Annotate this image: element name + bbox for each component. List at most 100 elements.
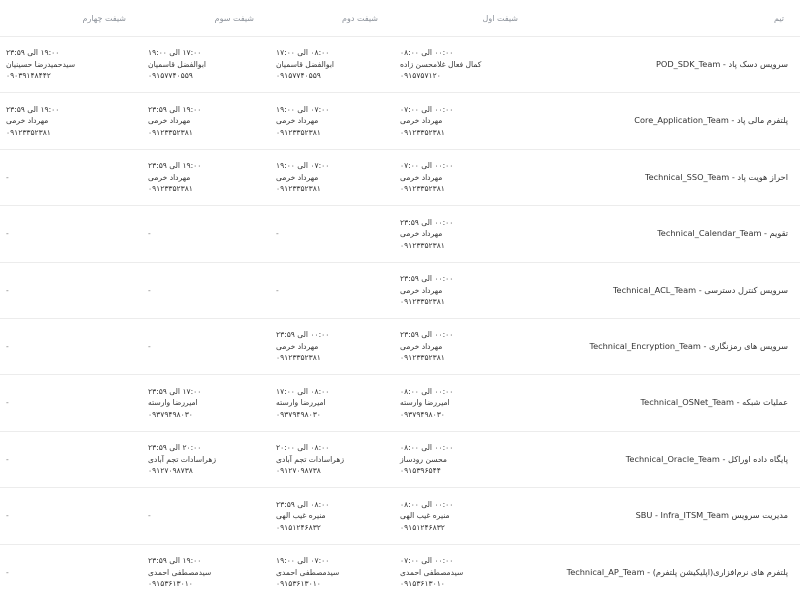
table-row: پلتفرم های نرم‌افزاری(اپلیکیشن پلتفرم) -… xyxy=(0,544,800,600)
person-name: ابوالفضل قاسمیان xyxy=(276,59,335,69)
table-row: پلتفرم مالی پاد - Core_Application_Team ۰… xyxy=(0,92,800,149)
phone-number: ۰۹۱۵۳۶۱۳۰۱۰ xyxy=(148,579,193,589)
phone-number: ۰۹۱۲۳۳۵۲۳۸۱ xyxy=(148,184,193,194)
shift-time: ۰۰:۰۰ الی ۰۸:۰۰ xyxy=(400,386,454,396)
shift-time: ۰۰:۰۰ الی ۰۸:۰۰ xyxy=(400,443,454,453)
shift-3-cell: ۱۹:۰۰ الی ۲۳:۵۹ سیدمصطفی احمدی ۰۹۱۵۳۶۱۳۰۱۰ xyxy=(142,544,270,600)
person-name: زهراسادات تجم آبادی xyxy=(148,454,217,464)
empty-shift: - xyxy=(6,398,9,408)
phone-number: ۰۹۰۳۹۱۴۸۴۴۲ xyxy=(6,71,51,81)
phone-number: ۰۹۱۲۳۳۵۲۳۸۱ xyxy=(400,127,445,137)
phone-number: ۰۹۱۵۱۲۴۶۸۳۲ xyxy=(400,522,445,532)
shift-time: ۰۷:۰۰ الی ۱۹:۰۰ xyxy=(276,104,330,114)
person-name: مهرداد خرمی xyxy=(148,172,191,182)
shift-time: ۱۹:۰۰ الی ۲۳:۵۹ xyxy=(6,48,60,58)
empty-shift: - xyxy=(148,285,151,295)
header-row: تیم شیفت اول شیفت دوم شیفت سوم شیفت چهار… xyxy=(0,0,800,37)
empty-shift: - xyxy=(276,285,279,295)
header-shift-1: شیفت اول xyxy=(482,13,518,23)
shift-3-cell: ۱۹:۰۰ الی ۲۳:۵۹ مهرداد خرمی ۰۹۱۲۳۳۵۲۳۸۱ xyxy=(142,149,270,205)
table-row: احراز هویت پاد - Technical_SSO_Team ۰۰:۰۰… xyxy=(0,149,800,205)
shift-2-cell: - xyxy=(270,206,394,262)
phone-number: ۰۹۱۲۳۳۵۲۳۸۱ xyxy=(276,353,321,363)
phone-number: ۰۹۱۵۳۹۶۵۴۴ xyxy=(400,466,441,476)
person-name: مهرداد خرمی xyxy=(148,116,191,126)
shift-4-cell: - xyxy=(0,431,142,487)
phone-number: ۰۹۱۲۳۳۵۲۳۸۱ xyxy=(400,240,445,250)
person-name: منیره غیب الهی xyxy=(276,511,326,521)
header-shift-3: شیفت سوم xyxy=(214,13,254,23)
shift-time: ۰۰:۰۰ الی ۰۷:۰۰ xyxy=(400,104,454,114)
phone-number: ۰۹۱۲۳۳۵۲۳۸۱ xyxy=(276,184,321,194)
header-shift-4: شیفت چهارم xyxy=(82,13,126,23)
shift-time: ۰۰:۰۰ الی ۰۸:۰۰ xyxy=(400,48,454,58)
team-name: سرویس های رمزنگاری - Technical_Encryptio… xyxy=(589,340,788,351)
empty-shift: - xyxy=(6,567,9,577)
person-name: ابوالفضل قاسمیان xyxy=(148,59,207,69)
empty-shift: - xyxy=(148,341,151,351)
table-row: سرویس دسک پاد - POD_SDK_Team ۰۰:۰۰ الی ۰۸… xyxy=(0,36,800,93)
team-name: تقویم - Technical_Calendar_Team xyxy=(657,228,788,239)
shift-time: ۰۰:۰۰ الی ۰۷:۰۰ xyxy=(400,556,454,566)
phone-number: ۰۹۱۵۷۷۴۰۵۵۹ xyxy=(148,71,193,81)
empty-shift: - xyxy=(6,172,9,182)
empty-shift: - xyxy=(6,229,9,239)
shift-4-cell: - xyxy=(0,318,142,374)
person-name: امیررضا وارسته xyxy=(276,398,326,408)
shift-time: ۰۸:۰۰ الی ۱۷:۰۰ xyxy=(276,48,330,58)
phone-number: ۰۹۱۵۳۶۱۳۰۱۰ xyxy=(276,579,321,589)
person-name: مهرداد خرمی xyxy=(400,341,443,351)
phone-number: ۰۹۱۲۷۰۹۸۷۳۸ xyxy=(276,466,321,476)
shift-4-cell: ۱۹:۰۰ الی ۲۳:۵۹ سیدحمیدرضا حسینیان ۰۹۰۳۹۱۴… xyxy=(0,37,142,93)
person-name: سیدمصطفی احمدی xyxy=(400,567,464,577)
team-name: پایگاه داده اوراکل - Technical_Oracle_Te… xyxy=(625,453,788,464)
shift-time: ۰۸:۰۰ الی ۲۳:۵۹ xyxy=(276,499,330,509)
shift-1-cell: ۰۰:۰۰ الی ۰۷:۰۰ مهرداد خرمی ۰۹۱۲۳۳۵۲۳۸۱ xyxy=(394,149,534,205)
shift-time: ۰۸:۰۰ الی ۱۷:۰۰ xyxy=(276,386,330,396)
shift-4-cell: - xyxy=(0,544,142,600)
shift-3-cell: - xyxy=(142,318,270,374)
person-name: مهرداد خرمی xyxy=(400,116,443,126)
person-name: مهرداد خرمی xyxy=(6,116,49,126)
shift-time: ۰۰:۰۰ الی ۲۳:۵۹ xyxy=(400,274,454,283)
shift-time: ۱۹:۰۰ الی ۲۳:۵۹ xyxy=(148,556,202,566)
shift-2-cell: ۰۸:۰۰ الی ۱۷:۰۰ ابوالفضل قاسمیان ۰۹۱۵۷۷۴۰۵… xyxy=(270,37,394,93)
shift-time: ۱۷:۰۰ الی ۱۹:۰۰ xyxy=(148,48,202,58)
person-name: امیررضا وارسته xyxy=(148,398,198,408)
team-name: سرویس دسک پاد - POD_SDK_Team xyxy=(655,58,788,69)
table-row: سرویس های رمزنگاری - Technical_Encryptio… xyxy=(0,318,800,374)
empty-shift: - xyxy=(148,511,151,521)
phone-number: ۰۹۱۲۳۳۵۲۳۸۱ xyxy=(400,297,445,306)
shift-time: ۰۸:۰۰ الی ۲۰:۰۰ xyxy=(276,443,330,453)
phone-number: ۰۹۱۲۳۳۵۲۳۸۱ xyxy=(6,127,51,137)
shift-time: ۰۰:۰۰ الی ۰۷:۰۰ xyxy=(400,161,454,171)
phone-number: ۰۹۳۷۹۴۹۸۰۳۰ xyxy=(276,409,321,419)
shift-1-cell: ۰۰:۰۰ الی ۰۸:۰۰ کمال فعال غلامحسن زاده ۰۹۱… xyxy=(394,37,534,93)
phone-number: ۰۹۱۵۱۲۴۶۸۳۲ xyxy=(276,522,321,532)
shift-3-cell: - xyxy=(142,262,270,318)
team-name: پلتفرم مالی پاد - Core_Application_Team xyxy=(634,115,788,126)
person-name: مهرداد خرمی xyxy=(400,172,443,182)
person-name: سیدحمیدرضا حسینیان xyxy=(6,59,76,69)
shift-time: ۰۷:۰۰ الی ۱۹:۰۰ xyxy=(276,161,330,171)
table-body: سرویس دسک پاد - POD_SDK_Team ۰۰:۰۰ الی ۰۸… xyxy=(0,36,800,600)
shift-2-cell: ۰۸:۰۰ الی ۱۷:۰۰ امیررضا وارسته ۰۹۳۷۹۴۹۸۰۳۰ xyxy=(270,375,394,431)
shift-1-cell: ۰۰:۰۰ الی ۲۳:۵۹ مهرداد خرمی ۰۹۱۲۳۳۵۲۳۸۱ xyxy=(394,318,534,374)
empty-shift: - xyxy=(6,511,9,521)
team-name: عملیات شبکه - Technical_OSNet_Team xyxy=(640,397,788,408)
person-name: مهرداد خرمی xyxy=(400,229,443,239)
table-row: پایگاه داده اوراکل - Technical_Oracle_Te… xyxy=(0,431,800,487)
person-name: مهرداد خرمی xyxy=(276,172,319,182)
empty-shift: - xyxy=(6,341,9,351)
phone-number: ۰۹۱۲۳۳۵۲۳۸۱ xyxy=(148,127,193,137)
shift-1-cell: ۰۰:۰۰ الی ۲۳:۵۹ مهرداد خرمی ۰۹۱۲۳۳۵۲۳۸۱ xyxy=(394,262,534,318)
table-header: تیم شیفت اول شیفت دوم شیفت سوم شیفت چهار… xyxy=(0,0,800,37)
shift-time: ۱۷:۰۰ الی ۲۳:۵۹ xyxy=(148,386,202,396)
shift-time: ۰۰:۰۰ الی ۲۳:۵۹ xyxy=(400,330,454,340)
shift-2-cell: ۰۰:۰۰ الی ۲۳:۵۹ مهرداد خرمی ۰۹۱۲۳۳۵۲۳۸۱ xyxy=(270,318,394,374)
shift-time: ۱۹:۰۰ الی ۲۳:۵۹ xyxy=(148,104,202,114)
shift-4-cell: - xyxy=(0,149,142,205)
shift-3-cell: ۲۰:۰۰ الی ۲۳:۵۹ زهراسادات تجم آبادی ۰۹۱۲۷۰… xyxy=(142,431,270,487)
phone-number: ۰۹۱۲۳۳۵۲۳۸۱ xyxy=(400,184,445,194)
shift-4-cell: ۱۹:۰۰ الی ۲۳:۵۹ مهرداد خرمی ۰۹۱۲۳۳۵۲۳۸۱ xyxy=(0,93,142,149)
